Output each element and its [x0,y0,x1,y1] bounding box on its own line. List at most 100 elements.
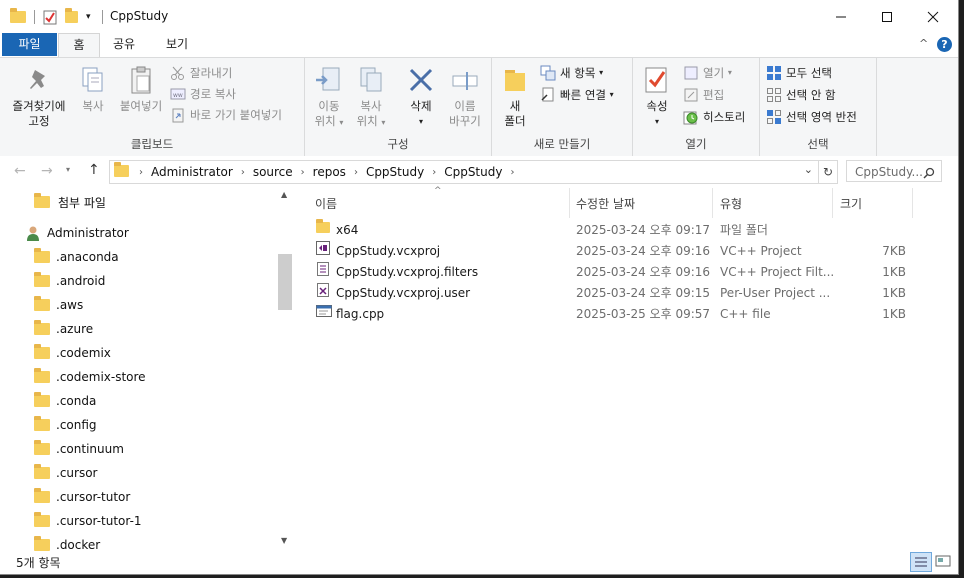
breadcrumb-source[interactable]: source [253,165,293,179]
column-header-type[interactable]: 유형 [720,192,742,216]
ribbon-collapse-icon[interactable]: ^ [919,37,928,50]
sidebar-scrollbar[interactable]: ▲ ▼ [278,190,292,550]
table-row[interactable]: x64 2025-03-24 오후 09:17 파일 폴더 [306,219,958,241]
breadcrumb-repos[interactable]: repos [313,165,346,179]
folder-icon [34,488,50,503]
nav-item-cursor-tutor-1[interactable]: .cursor-tutor-1 [34,509,142,533]
help-icon[interactable]: ? [937,37,952,52]
ribbon: 즐겨찾기에 고정 복사 붙여넣기 잘라내기 ww 경로 복사 바로 가기 붙여넣… [0,57,958,157]
edit-button[interactable]: 편집 [683,85,724,105]
large-icons-view-icon[interactable] [934,553,952,569]
copy-to-icon [355,64,387,96]
paste-shortcut-button[interactable]: 바로 가기 붙여넣기 [170,105,282,125]
history-icon [683,109,699,125]
scissors-icon [170,65,186,81]
new-group-label: 새로 만들기 [533,137,591,151]
folder-icon [34,464,50,479]
scrollbar-thumb[interactable] [278,254,292,310]
open-group: 속성 ▾ 열기 ▾ 편집 히스토리 열기 [633,58,760,156]
ribbon-tabs: 파일 홈 공유 보기 ^ ? [0,33,958,58]
qa-folder-icon [10,8,26,26]
folder-icon [34,512,50,527]
properties-icon [641,64,673,96]
breadcrumb-administrator[interactable]: Administrator [151,165,233,179]
copy-to-button[interactable]: 복사 위치 ▾ [351,64,391,130]
up-icon[interactable]: ↑ [88,162,100,178]
tab-file[interactable]: 파일 [2,33,57,56]
cut-button[interactable]: 잘라내기 [170,63,232,83]
vcxproj-icon [316,241,330,255]
new-folder-button[interactable]: 새 폴더 [498,64,532,129]
clipboard-group: 즐겨찾기에 고정 복사 붙여넣기 잘라내기 ww 경로 복사 바로 가기 붙여넣… [0,58,305,156]
nav-item-aws[interactable]: .aws [34,293,83,317]
breadcrumb-cppstudy-current[interactable]: CppStudy [444,165,502,179]
rename-button[interactable]: 이름 바꾸기 [443,64,487,129]
copy-path-button[interactable]: ww 경로 복사 [170,84,236,104]
nav-item-cursor-tutor[interactable]: .cursor-tutor [34,485,130,509]
forward-icon[interactable]: → [41,163,53,179]
close-icon[interactable] [910,0,956,33]
column-header-date[interactable]: 수정한 날짜 [576,192,635,216]
scroll-down-icon[interactable]: ▼ [281,536,287,545]
select-all-button[interactable]: 모두 선택 [766,63,832,83]
history-button[interactable]: 히스토리 [683,107,745,127]
navigation-bar: ← → ▾ ↑ › Administrator › source › repos… [0,156,958,188]
properties-button[interactable]: 속성 ▾ [639,64,675,129]
recent-dropdown-icon[interactable]: ▾ [66,165,70,174]
paste-button[interactable]: 붙여넣기 [114,64,168,114]
nav-item-administrator[interactable]: Administrator [25,221,129,245]
delete-button[interactable]: 삭제 ▾ [403,64,439,129]
easy-access-button[interactable]: 빠른 연결 ▾ [540,85,614,105]
select-group-label: 선택 [807,137,829,151]
address-bar[interactable]: › Administrator › source › repos › CppSt… [109,160,838,184]
tab-home[interactable]: 홈 [58,33,100,58]
move-to-icon [313,64,345,96]
table-row[interactable]: flag.cpp 2025-03-25 오후 09:57 C++ file 1K… [306,304,958,325]
table-row[interactable]: CppStudy.vcxproj.filters 2025-03-24 오후 0… [306,262,958,283]
nav-item-codemix[interactable]: .codemix [34,341,111,365]
rename-icon [449,64,481,96]
copy-icon [77,64,109,96]
tab-share[interactable]: 공유 [104,33,144,56]
nav-item-continuum[interactable]: .continuum [34,437,124,461]
nav-item-android[interactable]: .android [34,269,105,293]
table-row[interactable]: CppStudy.vcxproj 2025-03-24 오후 09:16 VC+… [306,241,958,262]
user-file-icon [316,283,330,297]
select-none-button[interactable]: 선택 안 함 [766,85,836,105]
tab-view[interactable]: 보기 [157,33,197,56]
easy-access-icon [540,87,556,103]
details-view-icon[interactable] [910,552,932,572]
scroll-up-icon[interactable]: ▲ [281,190,287,199]
table-row[interactable]: CppStudy.vcxproj.user 2025-03-24 오후 09:1… [306,283,958,304]
nav-item-cursor[interactable]: .cursor [34,461,97,485]
folder-icon [34,536,50,551]
nav-item-azure[interactable]: .azure [34,317,93,341]
folder-icon [34,248,50,263]
new-folder-qa-icon[interactable] [65,8,78,26]
nav-item-docker[interactable]: .docker [34,533,100,552]
new-item-button[interactable]: 새 항목 ▾ [540,63,603,83]
nav-item-anaconda[interactable]: .anaconda [34,245,119,269]
nav-item-codemix-store[interactable]: .codemix-store [34,365,146,389]
column-header-name[interactable]: 이름 [315,192,337,216]
search-input[interactable]: CppStudy... [846,160,942,182]
move-to-button[interactable]: 이동 위치 ▾ [309,64,349,130]
invert-selection-button[interactable]: 선택 영역 반전 [766,107,857,127]
pin-quick-access-button[interactable]: 즐겨찾기에 고정 [6,64,72,129]
breadcrumb-cppstudy[interactable]: CppStudy [366,165,424,179]
file-list: ^ 이름 수정한 날짜 유형 크기 x64 2025-03-24 오후 09:1… [306,186,958,552]
copy-button[interactable]: 복사 [74,64,112,114]
nav-item-config[interactable]: .config [34,413,97,437]
maximize-icon[interactable] [864,0,910,33]
nav-item-conda[interactable]: .conda [34,389,96,413]
address-dropdown-icon[interactable]: ⌄ [804,163,813,176]
refresh-icon[interactable]: ↻ [818,161,837,183]
properties-check-icon[interactable] [43,8,57,26]
minimize-icon[interactable] [818,0,864,33]
back-icon[interactable]: ← [14,163,26,179]
nav-item-attachments[interactable]: 첨부 파일 [34,190,106,214]
select-group: 모두 선택 선택 안 함 선택 영역 반전 선택 [760,58,877,156]
qa-dropdown-icon[interactable]: ▾ [86,8,91,26]
column-header-size[interactable]: 크기 [840,192,862,216]
open-button[interactable]: 열기 ▾ [683,63,732,83]
